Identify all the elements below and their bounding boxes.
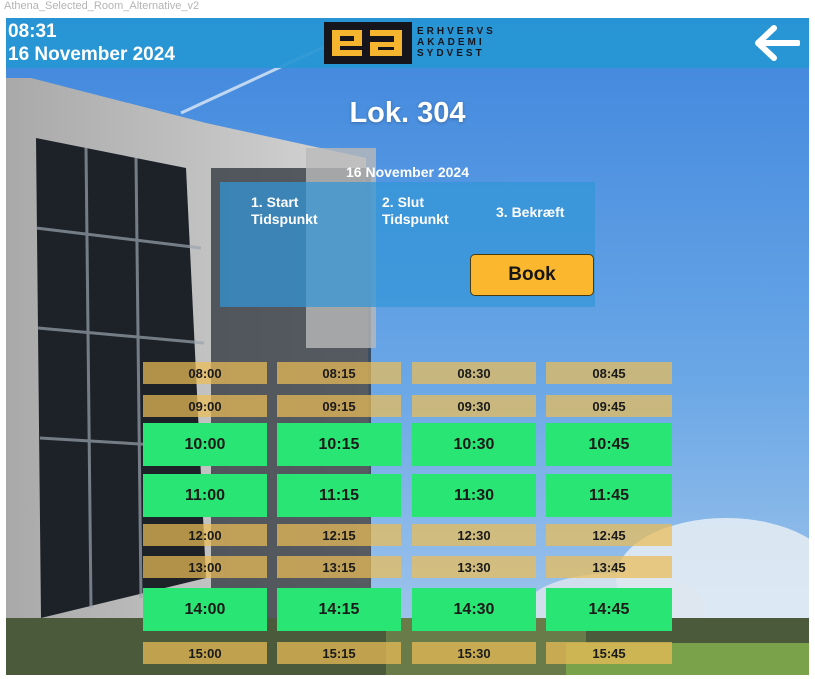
time-slot-available[interactable]: 14:15 [277,588,401,631]
time-slot-available[interactable]: 11:00 [143,474,267,517]
step-end-time: 2. Slut Tidspunkt [382,194,449,227]
room-title: Lok. 304 [349,97,466,129]
current-date: 16 November 2024 [8,44,175,65]
time-slot-booked: 12:30 [412,524,536,546]
time-slot-booked: 08:00 [143,362,267,384]
time-slot-booked: 09:00 [143,395,267,417]
time-slot-available[interactable]: 11:30 [412,474,536,517]
time-slot-booked: 15:30 [412,642,536,664]
time-slot-booked: 09:15 [277,395,401,417]
time-slot-booked: 13:45 [546,556,672,578]
time-slot-available[interactable]: 10:45 [546,423,672,466]
time-slot-booked: 13:00 [143,556,267,578]
time-slot-booked: 09:30 [412,395,536,417]
book-button[interactable]: Book [470,254,594,296]
time-slot-available[interactable]: 14:45 [546,588,672,631]
time-slot-available[interactable]: 14:30 [412,588,536,631]
step-start-time: 1. Start Tidspunkt [251,194,318,227]
time-slot-booked: 13:30 [412,556,536,578]
header-bar: 08:31 16 November 2024 ERHVERVS AKADEMI … [6,18,809,68]
time-slot-booked: 15:15 [277,642,401,664]
time-slot-booked: 08:45 [546,362,672,384]
time-slot-available[interactable]: 11:45 [546,474,672,517]
time-slot-booked: 15:00 [143,642,267,664]
booking-screen: 08:31 16 November 2024 ERHVERVS AKADEMI … [6,18,809,675]
step-confirm: 3. Bekræft [496,204,565,220]
time-slot-available[interactable]: 14:00 [143,588,267,631]
time-slot-booked: 12:00 [143,524,267,546]
time-slot-available[interactable]: 10:00 [143,423,267,466]
time-slot-booked: 09:45 [546,395,672,417]
time-slot-booked: 13:15 [277,556,401,578]
time-slot-booked: 15:45 [546,642,672,664]
frame-title: Athena_Selected_Room_Alternative_v2 [4,0,200,12]
logo-text: ERHVERVS AKADEMI SYDVEST [417,26,496,59]
time-slot-available[interactable]: 10:15 [277,423,401,466]
ea-logo-icon [324,22,412,64]
time-slot-available[interactable]: 11:15 [277,474,401,517]
time-slot-booked: 12:15 [277,524,401,546]
time-slot-available[interactable]: 10:30 [412,423,536,466]
selected-date: 16 November 2024 [346,164,469,180]
time-slot-booked: 08:30 [412,362,536,384]
clock-time: 08:31 [8,21,57,42]
time-slot-booked: 08:15 [277,362,401,384]
back-arrow-icon[interactable] [752,24,800,62]
time-slot-booked: 12:45 [546,524,672,546]
booking-steps-panel: 1. Start Tidspunkt 2. Slut Tidspunkt 3. … [220,182,595,307]
